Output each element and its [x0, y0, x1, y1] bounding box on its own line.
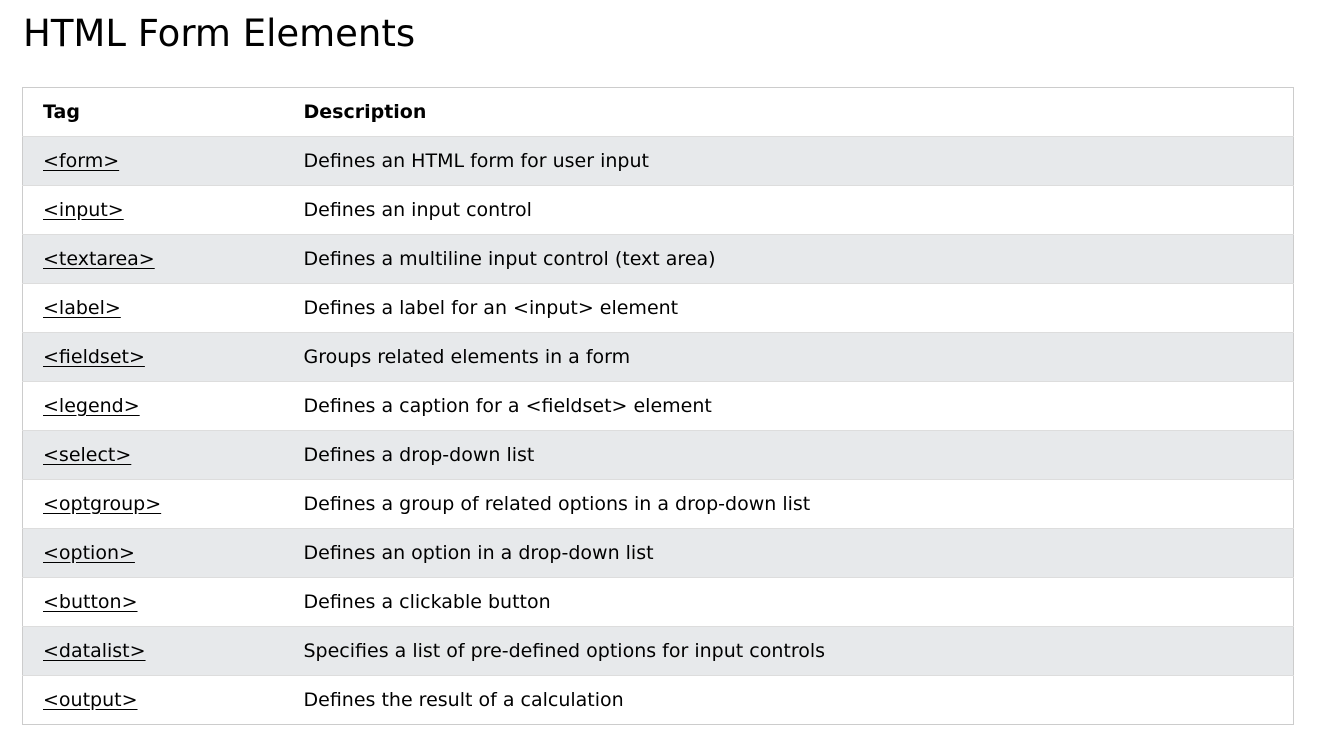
tag-cell: <textarea>: [22, 234, 284, 284]
tag-cell: <label>: [22, 283, 284, 333]
description-cell: Groups related elements in a form: [283, 332, 1294, 382]
table-row: <legend> Defines a caption for a <fields…: [22, 381, 1294, 431]
table-row: <datalist> Specifies a list of pre-defin…: [22, 626, 1294, 676]
tag-cell: <option>: [22, 528, 284, 578]
tag-cell: <fieldset>: [22, 332, 284, 382]
description-cell: Defines an input control: [283, 185, 1294, 235]
tag-link-legend[interactable]: <legend>: [43, 395, 140, 417]
table-row: <button> Defines a clickable button: [22, 577, 1294, 627]
description-cell: Defines a multiline input control (text …: [283, 234, 1294, 284]
tag-cell: <input>: [22, 185, 284, 235]
page-title: HTML Form Elements: [23, 12, 416, 55]
table-row: <select> Defines a drop-down list: [22, 430, 1294, 480]
column-header-tag: Tag: [22, 87, 284, 137]
table-row: <optgroup> Defines a group of related op…: [22, 479, 1294, 529]
tag-link-button[interactable]: <button>: [43, 591, 138, 613]
description-cell: Defines an HTML form for user input: [283, 136, 1294, 186]
tag-cell: <datalist>: [22, 626, 284, 676]
description-cell: Defines an option in a drop-down list: [283, 528, 1294, 578]
table-row: <option> Defines an option in a drop-dow…: [22, 528, 1294, 578]
tag-link-fieldset[interactable]: <fieldset>: [43, 346, 145, 368]
tag-link-form[interactable]: <form>: [43, 150, 119, 172]
tag-link-datalist[interactable]: <datalist>: [43, 640, 146, 662]
description-cell: Specifies a list of pre-defined options …: [283, 626, 1294, 676]
page: HTML Form Elements Tag Description <form…: [0, 0, 1320, 754]
tag-link-textarea[interactable]: <textarea>: [43, 248, 155, 270]
tag-link-label[interactable]: <label>: [43, 297, 121, 319]
tag-cell: <form>: [22, 136, 284, 186]
table-header-row: Tag Description: [22, 87, 1294, 137]
tag-cell: <optgroup>: [22, 479, 284, 529]
form-elements-table: Tag Description <form> Defines an HTML f…: [22, 87, 1294, 725]
tag-link-output[interactable]: <output>: [43, 689, 138, 711]
description-cell: Defines a label for an <input> element: [283, 283, 1294, 333]
table-row: <input> Defines an input control: [22, 185, 1294, 235]
table-row: <output> Defines the result of a calcula…: [22, 675, 1294, 725]
tag-cell: <output>: [22, 675, 284, 725]
tag-cell: <select>: [22, 430, 284, 480]
table-row: <form> Defines an HTML form for user inp…: [22, 136, 1294, 186]
tag-link-input[interactable]: <input>: [43, 199, 124, 221]
table-row: <textarea> Defines a multiline input con…: [22, 234, 1294, 284]
tag-link-optgroup[interactable]: <optgroup>: [43, 493, 161, 515]
table-row: <label> Defines a label for an <input> e…: [22, 283, 1294, 333]
description-cell: Defines a caption for a <fieldset> eleme…: [283, 381, 1294, 431]
table-row: <fieldset> Groups related elements in a …: [22, 332, 1294, 382]
tag-cell: <button>: [22, 577, 284, 627]
description-cell: Defines a drop-down list: [283, 430, 1294, 480]
column-header-description: Description: [283, 87, 1294, 137]
tag-cell: <legend>: [22, 381, 284, 431]
description-cell: Defines a group of related options in a …: [283, 479, 1294, 529]
description-cell: Defines the result of a calculation: [283, 675, 1294, 725]
tag-link-option[interactable]: <option>: [43, 542, 135, 564]
description-cell: Defines a clickable button: [283, 577, 1294, 627]
tag-link-select[interactable]: <select>: [43, 444, 131, 466]
